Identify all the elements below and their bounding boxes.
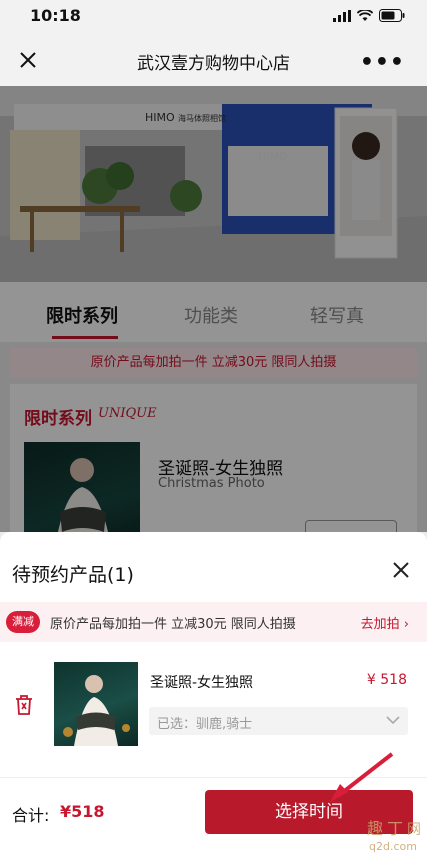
battery-icon [379,9,405,22]
pending-products-sheet: 待预约产品(1) 满减 原价产品每加拍一件 立减30元 限同人拍摄 去加拍 › … [0,532,427,777]
discount-badge: 满减 [6,611,40,633]
watermark-logo-icon: 趣 丁 网 q2d.com [367,819,421,853]
total-value: ¥518 [60,802,105,821]
total-label: 合计: [12,806,50,825]
sheet-title: 待预约产品(1) [12,564,134,586]
add-more-label: 去加拍 [360,617,400,632]
wifi-icon [357,9,373,21]
svg-text:趣: 趣 [367,819,383,838]
svg-text:丁: 丁 [387,819,403,838]
promo-text: 原价产品每加拍一件 立减30元 限同人拍摄 [50,617,296,632]
close-icon[interactable] [391,560,411,580]
status-bar: 10:18 [0,0,427,34]
item-options-select[interactable]: 已选：驯鹿,骑士 [149,707,408,735]
item-options-value: 已选：驯鹿,骑士 [157,717,253,732]
item-name: 圣诞照-女生独照 [150,675,254,691]
status-icons [333,9,405,22]
item-thumbnail [54,662,138,746]
chevron-down-icon [386,716,400,725]
item-price: ¥ 518 [366,672,407,688]
annotation-arrow-icon [330,752,394,802]
svg-text:网: 网 [407,822,421,838]
svg-text:q2d.com: q2d.com [369,840,417,853]
trash-icon[interactable] [14,694,34,716]
status-time: 10:18 [30,6,81,25]
add-more-link[interactable]: 去加拍 › [361,613,409,632]
chevron-right-icon: › [403,617,409,632]
signal-icon [333,9,351,22]
nav-bar: 武汉壹方购物中心店 ••• [0,34,427,86]
discount-promo-row: 满减 原价产品每加拍一件 立减30元 限同人拍摄 去加拍 › [0,602,427,642]
modal-backdrop[interactable] [0,86,427,532]
more-icon[interactable]: ••• [360,50,405,75]
